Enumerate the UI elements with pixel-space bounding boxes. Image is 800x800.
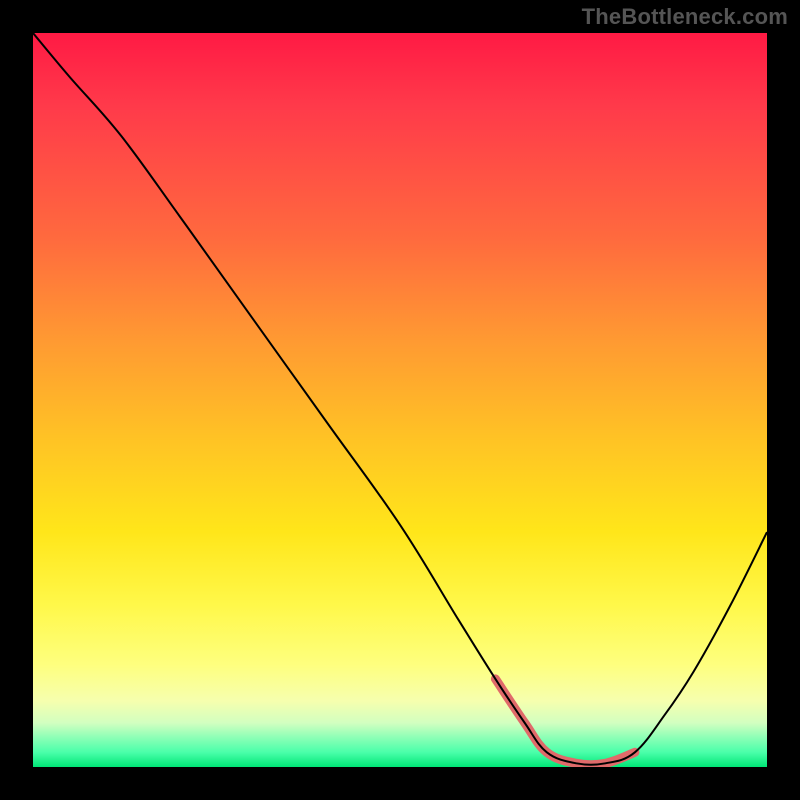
- plot-area: [33, 33, 767, 767]
- watermark-text: TheBottleneck.com: [582, 4, 788, 30]
- highlight-segment: [495, 679, 634, 765]
- bottleneck-curve: [33, 33, 767, 765]
- chart-container: TheBottleneck.com: [0, 0, 800, 800]
- chart-svg: [33, 33, 767, 767]
